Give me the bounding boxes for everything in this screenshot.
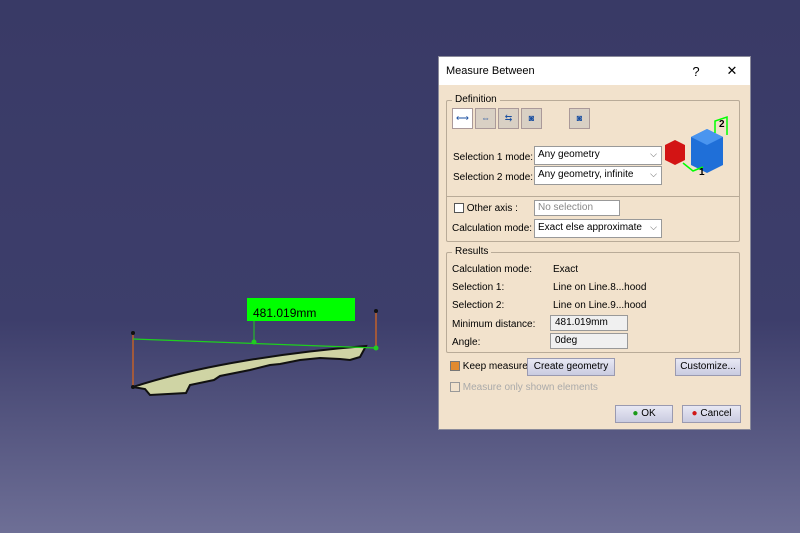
result-label: Selection 2: [452, 300, 505, 311]
measure-only-shown-label: Measure only shown elements [462, 382, 598, 393]
results-legend: Results [452, 246, 492, 257]
measure-thickness-icon[interactable]: ◙ [569, 108, 590, 129]
result-value: Line on Line.8...hood [553, 282, 647, 293]
definition-legend: Definition [452, 94, 500, 105]
create-geometry-button[interactable]: Create geometry [527, 358, 615, 376]
red-dot-icon: ● [691, 408, 698, 419]
hood-section[interactable] [132, 344, 368, 397]
close-button[interactable]: ✕ [714, 63, 750, 79]
measure-between-icon[interactable]: ⟷ [452, 108, 473, 129]
green-dot-icon: ● [632, 408, 639, 419]
result-label: Selection 1: [452, 282, 505, 293]
measure-chain-icon[interactable]: ⇔ [475, 108, 496, 129]
chevron-down-icon: ⌵ [650, 222, 657, 232]
selection1-value: Any geometry [538, 149, 600, 160]
selection1-mode-select[interactable]: Any geometry ⌵ [534, 146, 662, 165]
selection1-label: Selection 1 mode: [453, 152, 534, 163]
help-button[interactable]: ? [678, 64, 714, 79]
illustration-label-1: 1 [699, 167, 705, 177]
selection2-mode-select[interactable]: Any geometry, infinite ⌵ [534, 166, 662, 185]
3d-viewport[interactable]: 481.019mm [0, 0, 430, 533]
ok-button[interactable]: ● OK [615, 405, 673, 423]
min-distance-value: 481.019mm [550, 315, 628, 331]
other-axis-checkbox[interactable]: Other axis : [454, 203, 518, 214]
dialog-title: Measure Between [446, 65, 535, 77]
chevron-down-icon: ⌵ [650, 149, 657, 159]
other-axis-input[interactable]: No selection [534, 200, 620, 216]
keep-measure-label: Keep measure [462, 361, 528, 372]
measure-item-icon[interactable]: ◙ [521, 108, 542, 129]
measure-label: 481.019mm [253, 306, 316, 320]
calc-mode-label: Calculation mode: [452, 223, 533, 234]
angle-value: 0deg [550, 333, 628, 349]
selection2-value: Any geometry, infinite [538, 169, 634, 180]
keep-measure-checkbox[interactable]: Keep measure [450, 361, 528, 372]
chevron-down-icon: ⌵ [650, 169, 657, 179]
measure-only-shown-checkbox[interactable]: Measure only shown elements [450, 382, 598, 393]
min-distance-label: Minimum distance: [452, 319, 536, 330]
angle-label: Angle: [452, 337, 481, 348]
cancel-label: Cancel [700, 408, 732, 419]
calc-mode-select[interactable]: Exact else approximate ⌵ [534, 219, 662, 238]
selection2-label: Selection 2 mode: [453, 172, 534, 183]
result-value: Line on Line.9...hood [553, 300, 647, 311]
ok-label: OK [641, 408, 656, 419]
cancel-button[interactable]: ● Cancel [682, 405, 741, 423]
calc-mode-value: Exact else approximate [538, 222, 642, 233]
measure-fan-icon[interactable]: ⇆ [498, 108, 519, 129]
result-value: Exact [553, 264, 579, 275]
illustration-label-2: 2 [719, 119, 725, 130]
other-axis-label: Other axis : [466, 203, 518, 214]
result-label: Calculation mode: [452, 264, 533, 275]
customize-button[interactable]: Customize... [675, 358, 741, 376]
measure-between-dialog: Measure Between ? ✕ Definition ⟷ ⇔ ⇆ ◙ ◙… [438, 56, 751, 430]
measure-illustration: 1 2 [665, 115, 728, 177]
